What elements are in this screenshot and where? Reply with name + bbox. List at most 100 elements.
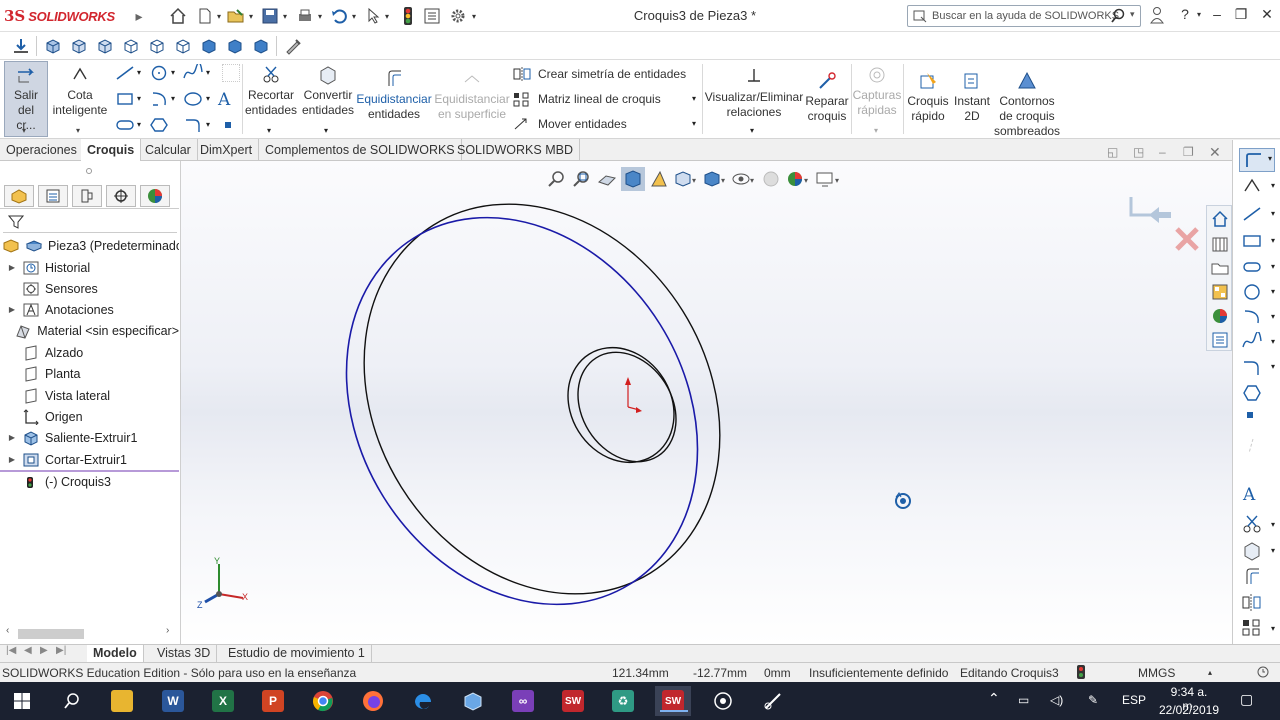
word-icon[interactable]: W <box>155 686 191 716</box>
tab-estudio-movimiento[interactable]: Estudio de movimiento 1 <box>222 645 372 663</box>
excel-icon[interactable]: X <box>205 686 241 716</box>
tree-item-croquis3[interactable]: (-) Croquis3 <box>0 471 179 492</box>
repair-sketch-button[interactable]: Reparar croquis <box>804 68 850 124</box>
move-entities-button[interactable]: Mover entidades <box>512 116 627 132</box>
convert-dropdown-icon[interactable]: ▾ <box>1271 546 1275 555</box>
linear-pattern-dropdown-icon[interactable]: ▾ <box>692 94 696 103</box>
property-manager-tab-icon[interactable] <box>38 185 68 207</box>
linear-pattern-button[interactable]: Matriz lineal de croquis <box>512 91 661 107</box>
arc-icon[interactable] <box>148 90 170 111</box>
cube-face-icon[interactable] <box>42 35 64 57</box>
text-icon[interactable]: A <box>1243 485 1255 505</box>
panel-grip-icon[interactable] <box>86 168 92 174</box>
rebuild-status-icon[interactable] <box>1076 664 1086 683</box>
exit-sketch-dropdown-icon[interactable]: ▾ <box>22 126 26 135</box>
solidworks-resources-icon[interactable] <box>1210 209 1230 229</box>
file-explorer-icon[interactable] <box>1210 258 1230 278</box>
options-gear-icon[interactable] <box>448 6 468 26</box>
tree-item-alzado[interactable]: Alzado <box>0 342 179 363</box>
tree-root-part[interactable]: Pieza3 (Predeterminado <box>0 235 179 256</box>
quick-snaps-dropdown-icon[interactable]: ▾ <box>874 126 878 135</box>
clock-date[interactable]: 22/02/2019 <box>1156 703 1222 717</box>
spline-icon[interactable] <box>182 62 204 85</box>
units-dropdown-icon[interactable]: ▴ <box>1208 668 1212 677</box>
fillet-icon[interactable] <box>182 116 204 137</box>
smart-dim-dropdown-icon[interactable]: ▾ <box>76 126 80 135</box>
point-icon[interactable] <box>225 122 231 128</box>
recycle-app-icon[interactable]: ♻ <box>605 686 641 716</box>
offset-surface-button[interactable]: Equidistanciar en superficie <box>434 66 510 122</box>
custom-properties-icon[interactable] <box>1210 330 1230 350</box>
rectangle-dropdown-icon[interactable]: ▾ <box>1271 236 1275 245</box>
viewport-restore-icon[interactable]: ❐ <box>1183 145 1194 159</box>
tab-croquis[interactable]: Croquis <box>81 139 142 161</box>
file-properties-icon[interactable] <box>422 6 442 26</box>
print-icon[interactable] <box>295 6 315 26</box>
powerpoint-icon[interactable]: P <box>255 686 291 716</box>
save-dropdown-icon[interactable]: ▾ <box>280 6 290 26</box>
options-dropdown-icon[interactable]: ▾ <box>469 6 479 26</box>
cube-face-icon[interactable] <box>120 35 142 57</box>
convert-entities-button[interactable]: Convertir entidades <box>300 62 356 118</box>
scroll-right-icon[interactable]: › <box>166 625 169 636</box>
fillet-dropdown-icon[interactable]: ▾ <box>1271 362 1275 371</box>
undo-dropdown-icon[interactable]: ▾ <box>349 6 359 26</box>
point-icon[interactable] <box>1247 412 1253 418</box>
circle-icon[interactable] <box>1241 282 1263 302</box>
feature-tree-tab-icon[interactable] <box>4 185 34 207</box>
tab-scroll-prev-icon[interactable]: ◀ <box>24 645 32 656</box>
slot-icon[interactable] <box>114 116 136 137</box>
solidworks-2018-icon[interactable]: SW <box>555 686 591 716</box>
display-delete-relations-button[interactable]: Visualizar/Eliminar relaciones <box>704 64 804 120</box>
tab-scroll-next-icon[interactable]: ▶ <box>40 645 48 656</box>
cube-face-icon[interactable] <box>68 35 90 57</box>
cube-face-icon[interactable] <box>146 35 168 57</box>
instant-2d-button[interactable]: Instant 2D <box>952 68 992 124</box>
smart-dimension-button[interactable]: Cota inteligente <box>52 62 108 118</box>
trim-entities-button[interactable]: Recortar entidades <box>244 62 298 118</box>
rapid-sketch-button[interactable]: Croquis rápido <box>905 68 951 124</box>
home-icon[interactable] <box>168 6 188 26</box>
new-dropdown-icon[interactable]: ▾ <box>214 6 224 26</box>
network-icon[interactable]: ▭ <box>1018 693 1029 707</box>
pen-workspace-icon[interactable]: ✎ <box>1088 693 1098 707</box>
slot-dropdown-icon[interactable]: ▾ <box>137 120 141 129</box>
tab-scroll-first-icon[interactable]: |◀ <box>6 645 16 656</box>
display-manager-tab-icon[interactable] <box>140 185 170 207</box>
viewport-link-icon[interactable]: ◳ <box>1133 145 1144 159</box>
circle-icon[interactable] <box>148 64 170 85</box>
sketch-dropdown-icon[interactable]: ▾ <box>1268 154 1272 163</box>
line-dropdown-icon[interactable]: ▾ <box>137 68 141 77</box>
linear-pattern-icon[interactable] <box>1241 617 1263 639</box>
tab-operaciones[interactable]: Operaciones <box>0 139 84 161</box>
view-palette-icon[interactable] <box>1210 282 1230 302</box>
tab-vistas-3d[interactable]: Vistas 3D <box>151 645 218 663</box>
slot-dropdown-icon[interactable]: ▾ <box>1271 262 1275 271</box>
dimetric-cube-icon[interactable] <box>250 35 272 57</box>
tree-item-sensores[interactable]: Sensores <box>0 278 179 299</box>
tree-item-material[interactable]: Material <sin especificar> <box>0 320 179 341</box>
input-language[interactable]: ESP <box>1122 693 1146 707</box>
edge-icon[interactable] <box>405 686 441 716</box>
logo-menu-arrow-icon[interactable]: ▸ <box>134 6 144 26</box>
circle-dropdown-icon[interactable]: ▾ <box>1271 287 1275 296</box>
open-folder-icon[interactable] <box>226 6 246 26</box>
trimetric-cube-icon[interactable] <box>224 35 246 57</box>
isometric-cube-icon[interactable] <box>198 35 220 57</box>
cube-face-icon[interactable] <box>172 35 194 57</box>
restore-window-icon[interactable]: ❐ <box>1230 6 1252 26</box>
circle-dropdown-icon[interactable]: ▾ <box>171 68 175 77</box>
viewport-minimize-icon[interactable]: – <box>1159 145 1166 159</box>
new-document-icon[interactable] <box>195 6 215 26</box>
customize-status-icon[interactable] <box>1256 665 1270 682</box>
sketch-outer-circle[interactable] <box>276 161 769 644</box>
rectangle-icon[interactable] <box>114 90 136 111</box>
start-windows-icon[interactable] <box>4 686 40 716</box>
offset-entities-button[interactable]: Equidistanciar entidades <box>356 66 432 122</box>
search-icon[interactable] <box>54 686 90 716</box>
convert-entities-icon[interactable] <box>1241 540 1263 562</box>
solidworks-logo[interactable]: 3S SOLIDWORKS <box>4 6 115 26</box>
ellipse-icon[interactable] <box>182 90 204 111</box>
search-dropdown-icon[interactable]: ▾ <box>1130 9 1135 20</box>
tab-modelo[interactable]: Modelo <box>87 645 144 663</box>
